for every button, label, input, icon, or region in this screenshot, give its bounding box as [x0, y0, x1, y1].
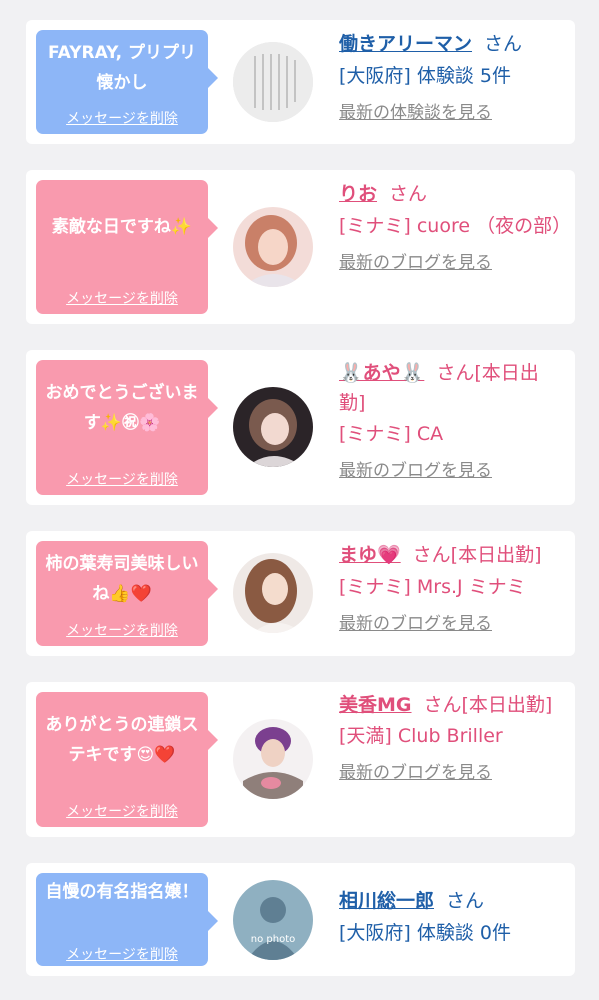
latest-blog-link[interactable]: 最新のブログを見る — [339, 248, 492, 273]
profile-name-link[interactable]: 相川総一郎 — [339, 890, 434, 912]
message-text: 柿の葉寿司美味しいね👍❤️ — [45, 554, 199, 604]
profile-info: 相川総一郎 さん [大阪府] 体験談 0件 — [339, 885, 563, 949]
message-text: 素敵な日ですね✨ — [51, 217, 193, 237]
avatar[interactable] — [233, 42, 313, 122]
message-bubble: 自慢の有名指名嬢！ メッセージを削除 — [36, 873, 218, 966]
profile-photo-icon — [233, 719, 313, 799]
profile-name-link[interactable]: まゆ💗 — [339, 544, 401, 566]
message-card: 自慢の有名指名嬢！ メッセージを削除 no photo 相川総一郎 さん [大阪府… — [26, 863, 575, 976]
message-text: 自慢の有名指名嬢！ — [45, 882, 199, 902]
message-card: 素敵な日ですね✨ メッセージを削除 りお さん [ミナミ] cuore （夜の部）… — [26, 170, 575, 324]
profile-name-link[interactable]: 🐰あや🐰 — [339, 362, 424, 384]
delete-message-link[interactable]: メッセージを削除 — [36, 469, 208, 489]
profile-name-link[interactable]: 働きアリーマン — [339, 33, 472, 55]
message-card: 柿の葉寿司美味しいね👍❤️ メッセージを削除 まゆ💗 さん[本日出勤] [ミナミ]… — [26, 531, 575, 656]
message-bubble: ありがとうの連鎖ステキです😍❤️ メッセージを削除 — [36, 692, 218, 827]
profile-info: まゆ💗 さん[本日出勤] [ミナミ] Mrs.J ミナミ 最新のブログを見る — [339, 539, 563, 634]
message-text: FAYRAY, プリプリ懐かし — [48, 43, 196, 93]
honorific: さん — [484, 33, 523, 55]
avatar[interactable] — [233, 387, 313, 467]
message-bubble: おめでとうございます✨㊗🌸 メッセージを削除 — [36, 360, 218, 495]
delete-message-link[interactable]: メッセージを削除 — [36, 944, 208, 964]
honorific: さん[本日出勤] — [412, 544, 542, 566]
latest-blog-link[interactable]: 最新のブログを見る — [339, 609, 492, 634]
latest-blog-link[interactable]: 最新のブログを見る — [339, 456, 492, 481]
avatar[interactable] — [233, 719, 313, 799]
profile-meta: [ミナミ] Mrs.J ミナミ — [339, 576, 526, 598]
no-photo-placeholder-icon — [233, 880, 313, 960]
profile-info: りお さん [ミナミ] cuore （夜の部） 最新のブログを見る — [339, 178, 572, 273]
profile-photo-icon — [233, 387, 313, 467]
profile-photo-icon — [233, 207, 313, 287]
profile-info: 美香MG さん[本日出勤] [天満] Club Briller 最新のブログを見る — [339, 690, 563, 783]
avatar[interactable]: no photo — [233, 880, 313, 960]
no-photo-label: no photo — [250, 934, 296, 945]
profile-meta: [大阪府] 体験談 5件 — [339, 65, 511, 87]
message-card: ありがとうの連鎖ステキです😍❤️ メッセージを削除 美香MG さん[本日出勤] [… — [26, 682, 575, 837]
avatar[interactable] — [233, 207, 313, 287]
profile-name-link[interactable]: 美香MG — [339, 694, 412, 716]
message-bubble: FAYRAY, プリプリ懐かし メッセージを削除 — [36, 30, 218, 134]
profile-name-link[interactable]: りお — [339, 183, 377, 205]
message-text: おめでとうございます✨㊗🌸 — [45, 383, 199, 433]
honorific: さん — [389, 183, 428, 205]
profile-photo-icon — [233, 553, 313, 633]
message-card: FAYRAY, プリプリ懐かし メッセージを削除 働きアリーマン さん [大阪府]… — [26, 20, 575, 144]
profile-meta: [ミナミ] cuore （夜の部） — [339, 215, 572, 237]
profile-meta: [大阪府] 体験談 0件 — [339, 922, 511, 944]
document-photo-icon — [233, 42, 313, 122]
message-card: おめでとうございます✨㊗🌸 メッセージを削除 🐰あや🐰 さん[本日出勤] [ミナミ… — [26, 350, 575, 505]
delete-message-link[interactable]: メッセージを削除 — [36, 288, 208, 308]
honorific: さん — [446, 890, 485, 912]
delete-message-link[interactable]: メッセージを削除 — [36, 620, 208, 640]
profile-info: 🐰あや🐰 さん[本日出勤] [ミナミ] CA 最新のブログを見る — [339, 358, 563, 481]
latest-review-link[interactable]: 最新の体験談を見る — [339, 98, 492, 123]
profile-meta: [天満] Club Briller — [339, 725, 503, 747]
honorific: さん[本日出勤] — [423, 694, 553, 716]
message-text: ありがとうの連鎖ステキです😍❤️ — [45, 715, 199, 765]
message-bubble: 素敵な日ですね✨ メッセージを削除 — [36, 180, 218, 314]
delete-message-link[interactable]: メッセージを削除 — [36, 801, 208, 821]
message-bubble: 柿の葉寿司美味しいね👍❤️ メッセージを削除 — [36, 541, 218, 646]
profile-meta: [ミナミ] CA — [339, 423, 444, 445]
latest-blog-link[interactable]: 最新のブログを見る — [339, 758, 492, 783]
avatar[interactable] — [233, 553, 313, 633]
delete-message-link[interactable]: メッセージを削除 — [36, 108, 208, 128]
profile-info: 働きアリーマン さん [大阪府] 体験談 5件 最新の体験談を見る — [339, 28, 563, 123]
